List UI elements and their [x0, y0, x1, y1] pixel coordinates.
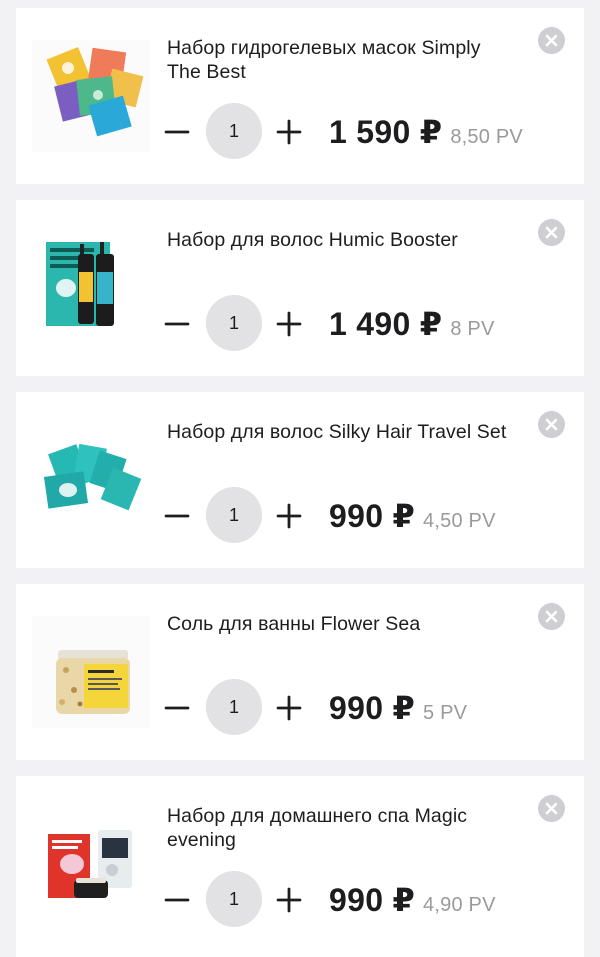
product-pv: 4,50 PV	[423, 510, 496, 532]
quantity-stepper: 1 1 590 ₽ 8,50 PV	[164, 103, 574, 159]
close-icon	[545, 34, 558, 47]
remove-item-button[interactable]	[538, 603, 565, 630]
product-title: Набор для волос Humic Booster	[167, 229, 458, 251]
quantity-value[interactable]: 1	[206, 487, 262, 543]
cart-item: Набор гидрогелевых масок Simply The Best…	[16, 8, 584, 184]
product-pv: 5 PV	[423, 702, 468, 724]
quantity-value[interactable]: 1	[206, 295, 262, 351]
minus-icon[interactable]	[164, 311, 190, 337]
minus-icon[interactable]	[164, 503, 190, 529]
product-price: 1 590 ₽	[329, 114, 443, 150]
product-title: Набор для домашнего спа Magic evening	[167, 805, 468, 851]
quantity-stepper: 1 990 ₽ 5 PV	[164, 679, 574, 735]
cart-item: Набор для волос Silky Hair Travel Set 1 …	[16, 392, 584, 568]
cart-item: Набор для волос Humic Booster 1 1 490 ₽ 8…	[16, 200, 584, 376]
product-pv: 8,50 PV	[450, 126, 523, 148]
product-price: 990 ₽	[329, 882, 416, 918]
close-icon	[545, 418, 558, 431]
remove-item-button[interactable]	[538, 795, 565, 822]
plus-icon[interactable]	[276, 503, 302, 529]
plus-icon[interactable]	[276, 695, 302, 721]
price-block: 990 ₽ 5 PV	[329, 689, 467, 727]
product-price: 1 490 ₽	[329, 306, 443, 342]
product-image-travel-sachets[interactable]	[32, 424, 150, 536]
product-image-hair-set-bottles[interactable]	[32, 232, 150, 344]
product-title: Набор гидрогелевых масок Simply The Best	[167, 37, 481, 83]
remove-item-button[interactable]	[538, 27, 565, 54]
quantity-value[interactable]: 1	[206, 871, 262, 927]
quantity-stepper: 1 990 ₽ 4,50 PV	[164, 487, 574, 543]
cart-item: Набор для домашнего спа Magic evening 1 …	[16, 776, 584, 957]
plus-icon[interactable]	[276, 887, 302, 913]
plus-icon[interactable]	[276, 119, 302, 145]
price-block: 1 590 ₽ 8,50 PV	[329, 113, 523, 151]
quantity-stepper: 1 1 490 ₽ 8 PV	[164, 295, 574, 351]
product-image-hydrogel-masks[interactable]	[32, 40, 150, 152]
product-title: Соль для ванны Flower Sea	[167, 613, 421, 635]
close-icon	[545, 610, 558, 623]
price-block: 990 ₽ 4,50 PV	[329, 497, 496, 535]
close-icon	[545, 226, 558, 239]
price-block: 990 ₽ 4,90 PV	[329, 881, 496, 919]
product-title: Набор для волос Silky Hair Travel Set	[167, 421, 507, 443]
close-icon	[545, 802, 558, 815]
product-image-spa-set[interactable]	[32, 808, 150, 920]
product-image-bath-salt-jar[interactable]	[32, 616, 150, 728]
remove-item-button[interactable]	[538, 219, 565, 246]
quantity-value[interactable]: 1	[206, 679, 262, 735]
price-block: 1 490 ₽ 8 PV	[329, 305, 495, 343]
remove-item-button[interactable]	[538, 411, 565, 438]
minus-icon[interactable]	[164, 887, 190, 913]
product-pv: 8 PV	[450, 318, 495, 340]
minus-icon[interactable]	[164, 695, 190, 721]
quantity-stepper: 1 990 ₽ 4,90 PV	[164, 871, 574, 927]
cart-item: Соль для ванны Flower Sea 1 990 ₽ 5 PV	[16, 584, 584, 760]
plus-icon[interactable]	[276, 311, 302, 337]
product-price: 990 ₽	[329, 498, 416, 534]
quantity-value[interactable]: 1	[206, 103, 262, 159]
product-price: 990 ₽	[329, 690, 416, 726]
product-pv: 4,90 PV	[423, 894, 496, 916]
minus-icon[interactable]	[164, 119, 190, 145]
